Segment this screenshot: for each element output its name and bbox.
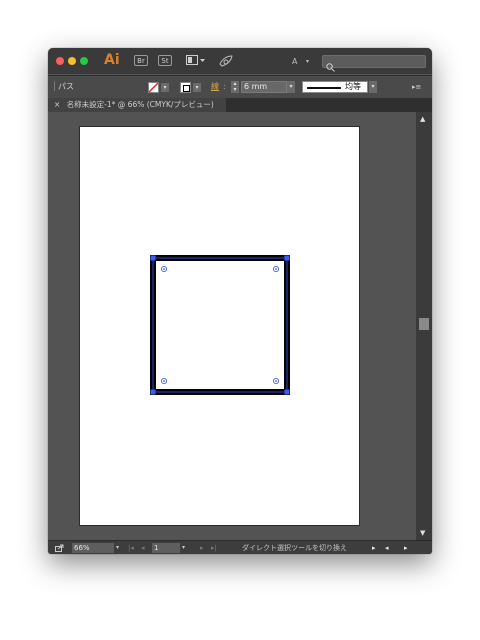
square-path[interactable]	[150, 255, 290, 395]
status-bar: 66% ▾ |◂ ◂ 1 ▾ ▸ ▸| ダイレクト選択ツールを切り換え ▸ ◂ …	[48, 540, 432, 554]
help-search-input[interactable]	[322, 55, 426, 72]
stroke-dropdown[interactable]: ▾	[193, 83, 201, 92]
profile-line	[307, 87, 341, 89]
canvas-area[interactable]	[48, 112, 416, 540]
search-icon	[326, 57, 335, 76]
none-fill-icon[interactable]	[148, 82, 159, 93]
type-indicator: A	[292, 57, 298, 66]
scroll-left-arrow-icon[interactable]: ◂	[385, 541, 389, 554]
zoom-dropdown[interactable]: ▾	[116, 541, 119, 554]
tool-hint-text: ダイレクト選択ツールを切り換え	[242, 544, 347, 552]
close-window-button[interactable]	[56, 57, 64, 65]
document-tab-title: 名称未設定-1* @ 66% (CMYK/プレビュー)	[66, 100, 214, 109]
stock-button[interactable]: St	[158, 55, 172, 66]
artboard[interactable]	[79, 126, 360, 526]
anchor-point[interactable]	[284, 389, 290, 395]
profile-dropdown[interactable]: ▾	[369, 81, 377, 93]
share-icon[interactable]	[55, 541, 64, 554]
previous-artboard-button[interactable]: ◂	[141, 541, 145, 554]
scroll-down-arrow-icon[interactable]: ▼	[420, 529, 425, 537]
last-artboard-button[interactable]: ▸|	[211, 541, 217, 554]
scroll-right-arrow-icon[interactable]: ▸	[404, 541, 408, 554]
gpu-rocket-icon[interactable]	[218, 54, 234, 70]
app-logo: Ai	[104, 52, 120, 68]
document-tab-bar: × 名称未設定-1* @ 66% (CMYK/プレビュー)	[48, 98, 432, 112]
grip-handle[interactable]: │	[52, 76, 57, 98]
minimize-window-button[interactable]	[68, 57, 76, 65]
zoom-window-button[interactable]	[80, 57, 88, 65]
workspace-icon[interactable]	[186, 55, 206, 68]
stroke-swatch-icon[interactable]	[180, 82, 191, 93]
vertical-scrollbar[interactable]: ▲ ▼	[416, 112, 432, 540]
document-tab[interactable]: × 名称未設定-1* @ 66% (CMYK/プレビュー)	[48, 98, 226, 112]
chevron-down-icon[interactable]: ▾	[306, 56, 309, 67]
artwork	[150, 255, 290, 395]
stroke-colon: :	[223, 82, 226, 91]
variable-width-profile[interactable]: 均等	[302, 81, 368, 93]
artboard-dropdown[interactable]: ▾	[182, 541, 185, 554]
anchor-point[interactable]	[284, 255, 290, 261]
zoom-field[interactable]: 66%	[72, 543, 114, 553]
application-bar: Ai Br St A ▾	[48, 48, 432, 74]
stroke-label[interactable]: 線	[211, 76, 219, 98]
stroke-weight-dropdown[interactable]: ▾	[287, 81, 295, 93]
next-artboard-button[interactable]: ▸	[200, 541, 204, 554]
status-menu-arrow[interactable]: ▸	[372, 541, 376, 554]
fill-dropdown[interactable]: ▾	[161, 83, 169, 92]
scroll-up-arrow-icon[interactable]: ▲	[420, 115, 425, 123]
stroke-weight-field[interactable]: 6 mm	[241, 81, 287, 93]
profile-label: 均等	[345, 82, 361, 91]
stroke-stepper[interactable]: ▴ ▾	[231, 81, 239, 93]
close-tab-icon[interactable]: ×	[54, 100, 60, 109]
scroll-thumb[interactable]	[419, 318, 429, 330]
illustrator-window: Ai Br St A ▾ │ パス ▾ ▾ 線 : ▴ ▾ 6 mm ▾ 均等 …	[48, 48, 432, 554]
bridge-button[interactable]: Br	[134, 55, 148, 66]
control-bar: │ パス ▾ ▾ 線 : ▴ ▾ 6 mm ▾ 均等 ▾ ▸≡	[48, 75, 432, 99]
selection-type-label: パス	[58, 82, 74, 91]
first-artboard-button[interactable]: |◂	[128, 541, 134, 554]
anchor-point[interactable]	[150, 255, 156, 261]
artboard-number-field[interactable]: 1	[152, 543, 180, 553]
panel-menu-icon[interactable]: ▸≡	[412, 76, 421, 98]
anchor-point[interactable]	[150, 389, 156, 395]
